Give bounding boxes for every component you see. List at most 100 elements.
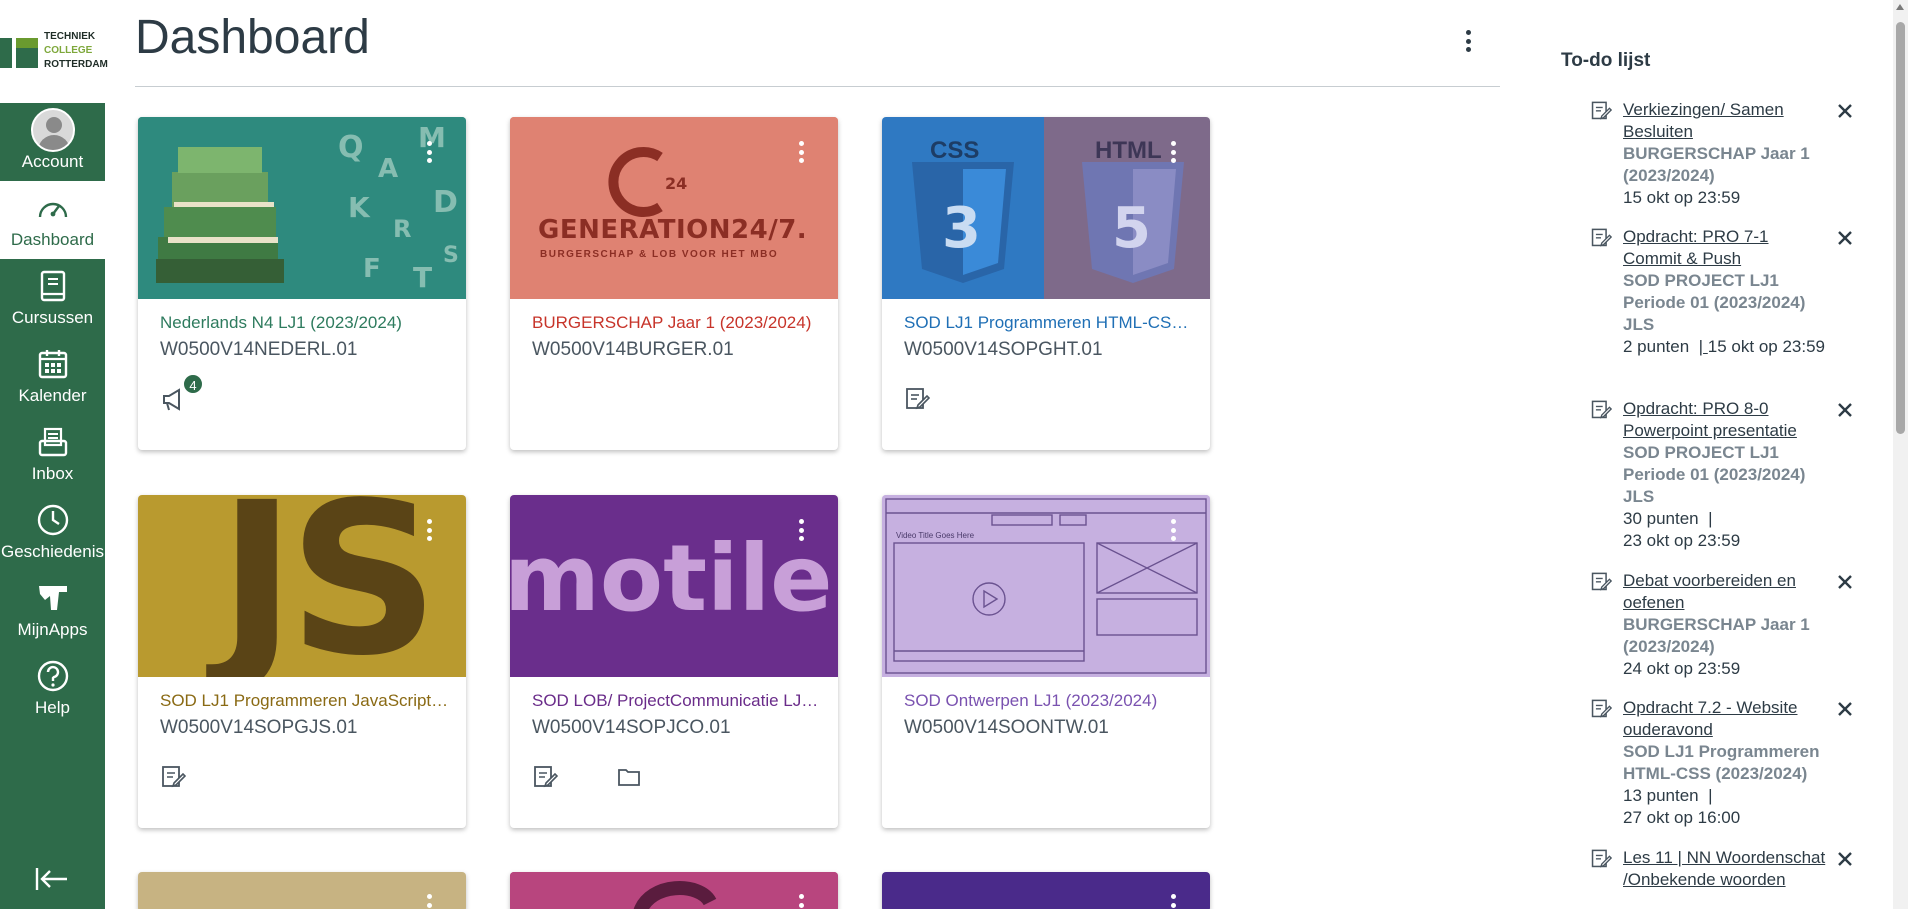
card-options-icon[interactable] (426, 519, 432, 541)
nav-help[interactable]: Help (0, 649, 105, 727)
card-options-icon[interactable] (1170, 141, 1176, 163)
apps-logo-icon (37, 580, 69, 616)
card-options-icon[interactable] (798, 141, 804, 163)
todo-item-link[interactable]: Debat voorbereiden en oefenen BURGERSCHA… (1623, 570, 1828, 680)
course-name-link[interactable]: SOD LJ1 Programmeren JavaScript (2023/20… (160, 691, 450, 711)
todo-item-course: SOD PROJECT LJ1 Periode 01 (2023/2024) J… (1623, 271, 1806, 334)
svg-text:A: A (378, 154, 398, 184)
course-card[interactable]: 24 GENERATION24/7. BURGERSCHAP & LOB VOO… (510, 117, 838, 450)
nav-courses-label: Cursussen (11, 308, 94, 327)
course-card[interactable]: 3 5 CSS HTML SOD LJ1 Programmeren HTML-C… (882, 117, 1210, 450)
course-card[interactable]: Video Title Goes Here SOD Ontwerpen LJ1 … (882, 495, 1210, 828)
todo-item-title: Opdracht: PRO 8-0 Powerpoint presentatie (1623, 399, 1797, 440)
todo-item-course: SOD LJ1 Programmeren HTML-CSS (2023/2024… (1623, 742, 1820, 783)
todo-item-title: Opdracht: PRO 7-1 Commit & Push (1623, 227, 1769, 268)
course-name-link[interactable]: Nederlands N4 LJ1 (2023/2024) (160, 313, 450, 333)
nav-account[interactable]: Account (0, 103, 105, 181)
logo-text: TECHNIEK COLLEGE ROTTERDAM (44, 30, 108, 72)
hero-label-right: HTML (1095, 137, 1162, 164)
dismiss-close-icon[interactable] (1836, 700, 1854, 718)
todo-item-course: SOD PROJECT LJ1 Periode 01 (2023/2024) J… (1623, 443, 1806, 506)
hero-title: JS (218, 495, 439, 677)
todo-item-title: Verkiezingen/ Samen Besluiten (1623, 100, 1784, 141)
scrollbar-thumb[interactable] (1896, 22, 1905, 434)
nav-dashboard-label: Dashboard (10, 230, 95, 249)
course-card[interactable]: motile SOD LOB/ ProjectCommunicatie LJ1 … (510, 495, 838, 828)
course-card-image: 3 5 CSS HTML (882, 117, 1210, 299)
hero-title: Video Title Goes Here (896, 531, 975, 540)
todo-item-title: Opdracht 7.2 - Website ouderavond (1623, 698, 1798, 739)
svg-text:R: R (393, 215, 411, 243)
hero-subtitle: BURGERSCHAP & LOB VOOR HET MBO (540, 249, 779, 260)
nav-history-label: Geschiedenis (0, 542, 104, 561)
assignments-icon[interactable] (160, 763, 188, 791)
todo-item-points: 2 punten | (1623, 337, 1704, 356)
course-name-link[interactable]: SOD LOB/ ProjectCommunicatie LJ1 (2023/2… (532, 691, 822, 711)
main-content: Dashboard QAM KRD FTS Nederlands N4 LJ1 … (135, 0, 1500, 909)
announcements-icon[interactable]: 4 (160, 373, 204, 413)
nav-calendar[interactable]: Kalender (0, 337, 105, 415)
logo-line-2: COLLEGE (44, 45, 93, 56)
dashboard-options-icon[interactable] (1465, 24, 1481, 58)
dismiss-close-icon[interactable] (1836, 401, 1854, 419)
course-card[interactable]: JS SOD LJ1 Programmeren JavaScript (2023… (138, 495, 466, 828)
todo-title: To-do lijst (1561, 50, 1651, 71)
nav-calendar-label: Kalender (18, 386, 87, 405)
course-name-link[interactable]: SOD LJ1 Programmeren HTML-CSS (2023/2024… (904, 313, 1194, 333)
course-card-image: motile (510, 495, 838, 677)
dismiss-close-icon[interactable] (1836, 102, 1854, 120)
card-options-icon[interactable] (1170, 894, 1176, 909)
todo-item-link[interactable]: Opdracht 7.2 - Website ouderavond SOD LJ… (1623, 697, 1828, 829)
course-card[interactable] (138, 872, 466, 909)
svg-text:D: D (433, 185, 458, 220)
dismiss-close-icon[interactable] (1836, 229, 1854, 247)
assignment-icon (1590, 99, 1613, 121)
course-card[interactable] (510, 872, 838, 909)
assignment-icon (1590, 570, 1613, 592)
card-options-icon[interactable] (1170, 519, 1176, 541)
todo-item-link[interactable]: Les 11 | NN Woordenschat /Onbekende woor… (1623, 847, 1828, 891)
course-card-image: QAM KRD FTS (138, 117, 466, 299)
assignments-icon[interactable] (904, 385, 932, 413)
nav-account-label: Account (21, 152, 84, 171)
todo-item-link[interactable]: Opdracht: PRO 8-0 Powerpoint presentatie… (1623, 398, 1828, 552)
todo-item-link[interactable]: Verkiezingen/ Samen Besluiten BURGERSCHA… (1623, 99, 1828, 209)
dismiss-close-icon[interactable] (1836, 573, 1854, 591)
svg-text:K: K (348, 191, 371, 224)
nav-courses[interactable]: Cursussen (0, 259, 105, 337)
course-name-link[interactable]: BURGERSCHAP Jaar 1 (2023/2024) (532, 313, 822, 333)
course-code: W0500V14SOPJCO.01 (532, 717, 731, 738)
svg-text:24: 24 (665, 174, 687, 193)
todo-item-course: BURGERSCHAP Jaar 1 (2023/2024) (1623, 144, 1810, 185)
assignment-icon (1590, 697, 1613, 719)
nav-history[interactable]: Geschiedenis (0, 493, 105, 571)
assignments-icon[interactable] (532, 763, 560, 791)
card-options-icon[interactable] (798, 519, 804, 541)
card-options-icon[interactable] (426, 894, 432, 909)
todo-item-link[interactable]: Opdracht: PRO 7-1 Commit & Push SOD PROJ… (1623, 226, 1828, 358)
course-card-image: 24 GENERATION24/7. BURGERSCHAP & LOB VOO… (510, 117, 838, 299)
card-actions (160, 763, 188, 791)
nav-help-label: Help (35, 698, 70, 717)
dismiss-close-icon[interactable] (1836, 850, 1854, 868)
logo-line-1: TECHNIEK (44, 31, 96, 42)
files-folder-icon[interactable] (616, 763, 644, 791)
nav-apps[interactable]: MijnApps (0, 571, 105, 649)
course-name-link[interactable]: SOD Ontwerpen LJ1 (2023/2024) (904, 691, 1194, 711)
nav-inbox[interactable]: Inbox (0, 415, 105, 493)
course-card[interactable]: QAM KRD FTS Nederlands N4 LJ1 (2023/2024… (138, 117, 466, 450)
scroll-up-arrow-icon[interactable] (1896, 4, 1904, 10)
nav-dashboard[interactable]: Dashboard (0, 181, 105, 259)
collapse-nav-icon[interactable] (34, 866, 70, 892)
svg-text:3: 3 (942, 196, 981, 261)
page-scrollbar[interactable] (1893, 0, 1908, 909)
clock-icon (36, 502, 70, 538)
card-options-icon[interactable] (426, 141, 432, 163)
card-options-icon[interactable] (798, 894, 804, 909)
svg-text:T: T (413, 261, 432, 294)
course-card[interactable] (882, 872, 1210, 909)
assignment-icon (1590, 847, 1613, 869)
speedometer-icon (36, 190, 70, 226)
todo-item-due: 15 okt op 23:59 (1623, 188, 1741, 207)
school-logo[interactable]: TECHNIEK COLLEGE ROTTERDAM (0, 0, 108, 103)
